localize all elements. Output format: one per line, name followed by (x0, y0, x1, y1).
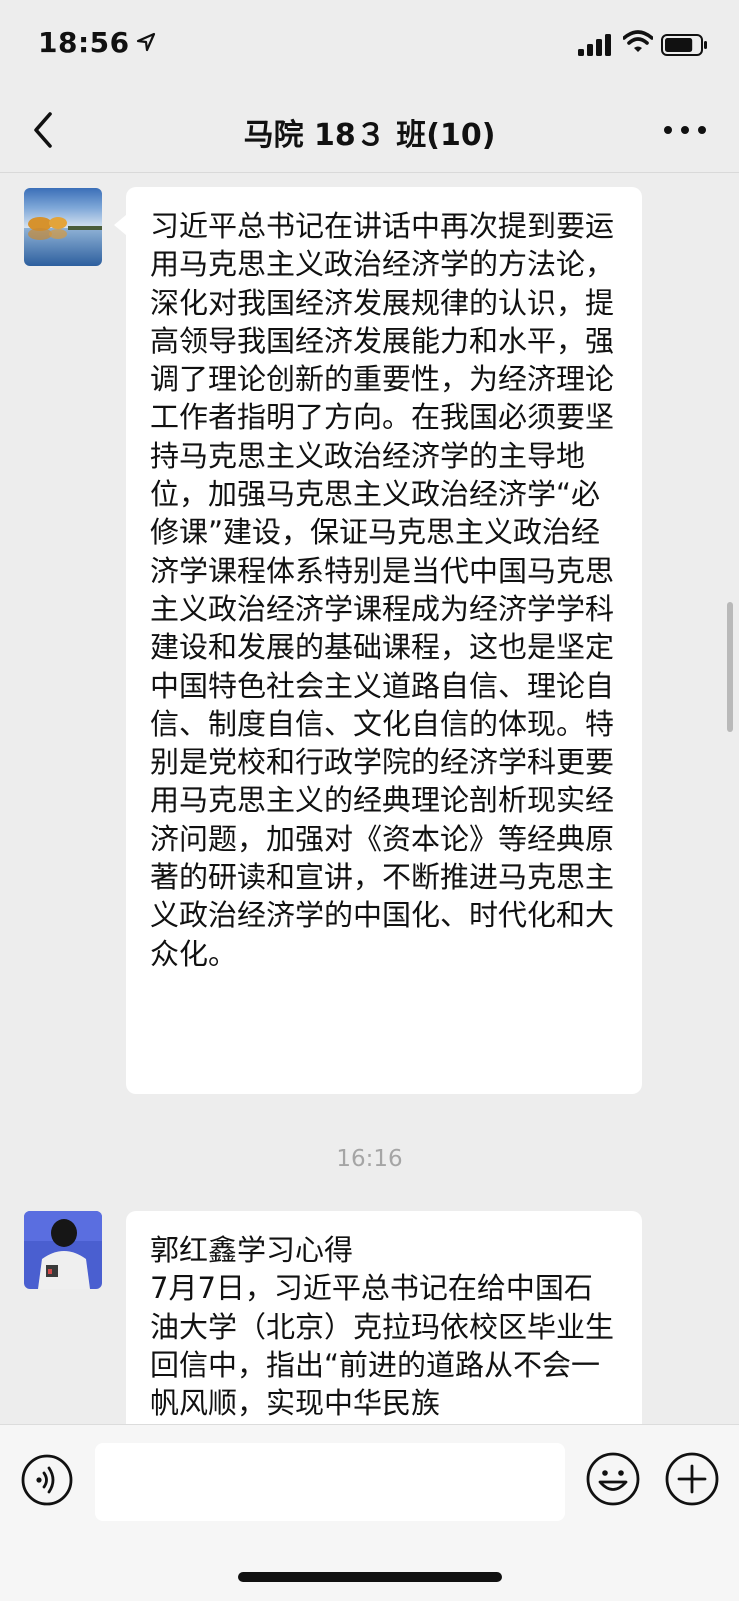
emoji-icon (586, 1452, 640, 1506)
ellipsis-icon (664, 126, 706, 134)
home-indicator[interactable] (238, 1572, 502, 1582)
battery-icon (661, 34, 709, 56)
more-options-button[interactable] (660, 114, 710, 146)
message-bubble[interactable]: 习近平总书记在讲话中再次提到要运用马克思主义政治经济学的方法论，深化对我国经济发… (114, 187, 642, 1094)
voice-button[interactable] (20, 1453, 74, 1507)
more-features-button[interactable] (664, 1451, 720, 1507)
wifi-icon (622, 30, 654, 54)
sender-avatar[interactable] (24, 1211, 102, 1289)
clock: 18:56 (38, 26, 130, 59)
voice-icon (21, 1454, 73, 1506)
plus-icon (665, 1452, 719, 1506)
message-timestamp: 16:16 (336, 1146, 403, 1172)
status-time: 18:56 (38, 26, 156, 59)
scroll-indicator[interactable] (727, 602, 733, 732)
chat-header: 马院 18３ 班(10) (0, 90, 739, 173)
chat-title: 马院 18３ 班(10) (243, 118, 496, 153)
location-arrow-icon (136, 26, 156, 59)
emoji-button[interactable] (585, 1451, 641, 1507)
landscape-avatar (24, 188, 102, 266)
person-avatar (24, 1211, 102, 1289)
sender-avatar[interactable] (24, 188, 102, 266)
message-input[interactable] (95, 1443, 565, 1521)
cellular-signal-icon (578, 34, 614, 56)
status-bar: 18:56 (0, 0, 739, 90)
